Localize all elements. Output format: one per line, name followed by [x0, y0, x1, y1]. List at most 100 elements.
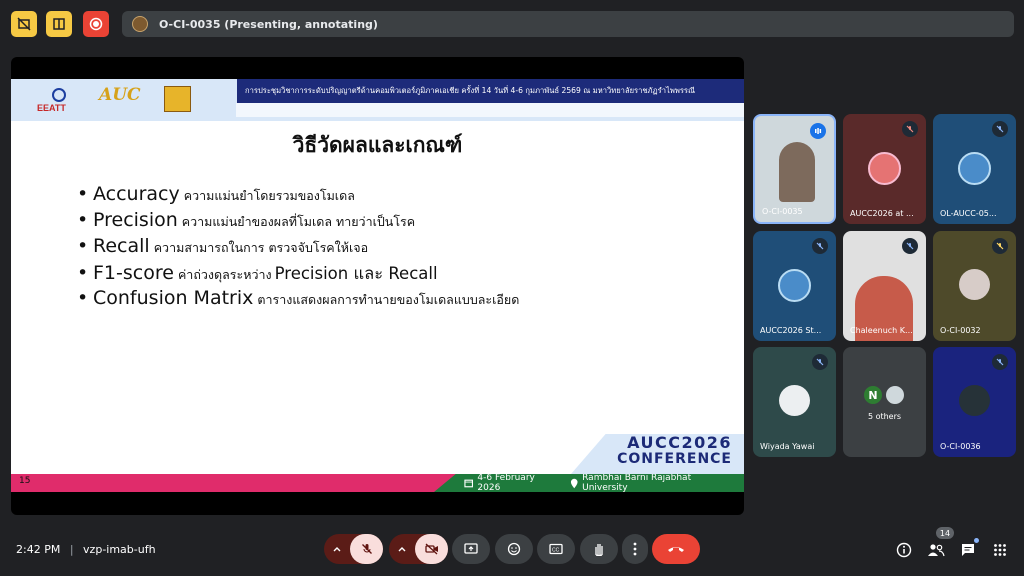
chevron-up-icon[interactable] — [324, 534, 350, 564]
participant-name: O-CI-0035 — [762, 207, 803, 216]
bullet-term: Recall — [93, 235, 150, 257]
participant-tile[interactable]: O-CI-0035 — [753, 114, 836, 224]
camera-off-button[interactable] — [415, 534, 448, 564]
participant-avatar — [959, 269, 990, 300]
mic-control — [324, 534, 383, 564]
chat-icon — [962, 544, 974, 556]
bullet-item: • Precision ความแม่นยำของผลที่โมเดล ทายว่า… — [77, 209, 416, 231]
page-number: 15 — [19, 476, 31, 486]
participant-tile[interactable]: Chaleenuch K... — [843, 231, 926, 341]
conference-name: AUCC2026 — [627, 433, 732, 452]
eeatt-logo: EEATT — [31, 87, 87, 113]
participant-avatar — [884, 384, 906, 406]
participants-count-badge: 14 — [936, 527, 954, 539]
mic-off-icon — [992, 121, 1008, 137]
bullet-desc: ความแม่นยำโดยรวมของโมเดล — [183, 188, 355, 203]
meeting-code[interactable]: vzp-imab-ufh — [83, 543, 156, 556]
auc-logo: AUC — [99, 85, 141, 105]
participant-tile[interactable]: O-CI-0032 — [933, 231, 1016, 341]
location-pin-icon — [570, 478, 578, 488]
bullet-term: Accuracy — [93, 183, 180, 205]
bullet-extra: Precision และ Recall — [274, 264, 438, 283]
slide-header: EEATT AUC การประชุมวิชาการระดับปริญญาตรี… — [11, 79, 744, 121]
captions-button[interactable]: CC — [537, 534, 575, 564]
slide-title: วิธีวัดผลและเกณฑ์ — [292, 133, 463, 157]
calendar-icon — [464, 479, 474, 488]
present-button[interactable] — [452, 534, 490, 564]
bullet-term: F1-score — [93, 262, 174, 284]
participant-tile[interactable]: Wiyada Yawai — [753, 347, 836, 457]
chat-button[interactable] — [958, 538, 979, 560]
leave-call-button[interactable] — [652, 534, 700, 564]
bullet-list: • Accuracy ความแม่นยำโดยรวมของโมเดล • Preci… — [77, 183, 519, 313]
speaking-icon — [810, 123, 826, 139]
mic-off-icon — [902, 121, 918, 137]
participant-name: OL-AUCC-05... — [940, 209, 997, 218]
footer-pink-band — [11, 474, 456, 492]
participant-tile[interactable]: AUCC2026 at ... — [843, 114, 926, 224]
bullet-item: • F1-score ค่าถ่วงดุลระหว่าง Precision และ … — [77, 261, 519, 287]
participant-name: AUCC2026 at ... — [850, 209, 914, 218]
participant-name: Chaleenuch K... — [850, 326, 913, 335]
participant-name: O-CI-0036 — [940, 442, 981, 451]
participant-name: AUCC2026 St... — [760, 326, 822, 335]
layout-icon[interactable] — [46, 11, 72, 37]
presentation-stage[interactable]: EEATT AUC การประชุมวิชาการระดับปริญญาตรี… — [11, 57, 744, 515]
bullet-desc: ตารางแสดงผลการทำนายของโมเดลแบบละเอียด — [257, 292, 520, 307]
slide-footer: 15 4-6 February 2026 Rambhai Barni Rajab… — [11, 474, 744, 492]
participant-video — [779, 142, 815, 202]
svg-text:CC: CC — [552, 548, 560, 554]
participant-avatar — [779, 385, 810, 416]
participant-tile[interactable]: O-CI-0036 — [933, 347, 1016, 457]
others-label: 5 others — [867, 412, 902, 421]
captions-icon: CC — [549, 543, 563, 555]
mic-off-button[interactable] — [350, 534, 383, 564]
meeting-details-button[interactable] — [894, 540, 914, 560]
mic-off-icon — [812, 354, 828, 370]
slide: EEATT AUC การประชุมวิชาการระดับปริญญาตรี… — [11, 79, 744, 492]
university-logo — [164, 86, 191, 112]
bullet-item: • Confusion Matrix ตารางแสดงผลการทำนายของโ… — [77, 287, 520, 309]
bullet-desc: ความแม่นยำของผลที่โมเดล ทายว่าเป็นโรค — [181, 214, 416, 229]
aucc-logo — [778, 269, 811, 302]
bullet-item: • Recall ความสามารถในการ ตรวจจับโรคให้เจอ — [77, 235, 369, 257]
mic-off-icon — [992, 354, 1008, 370]
emoji-button[interactable] — [495, 534, 533, 564]
meeting-info: 2:42 PM | vzp-imab-ufh — [16, 543, 156, 556]
record-icon[interactable] — [83, 11, 109, 37]
mic-off-icon — [812, 238, 828, 254]
raise-hand-button[interactable] — [580, 534, 618, 564]
aucc-logo — [868, 152, 901, 185]
presenting-banner[interactable]: O-CI-0035 (Presenting, annotating) — [122, 11, 1014, 37]
conference-banner: การประชุมวิชาการระดับปริญญาตรีด้านคอมพิว… — [237, 79, 744, 103]
camera-control — [389, 534, 448, 564]
footer-green-band: 4-6 February 2026 Rambhai Barni Rajabhat… — [434, 474, 744, 492]
top-bar: O-CI-0035 (Presenting, annotating) — [0, 0, 1024, 48]
no-captions-icon[interactable] — [11, 11, 37, 37]
footer-venue: Rambhai Barni Rajabhat University — [582, 473, 692, 493]
conference-badge: AUCC2026 CONFERENCE — [617, 433, 732, 466]
chat-notification-dot — [974, 538, 979, 543]
chevron-up-icon[interactable] — [389, 534, 415, 564]
others-tile[interactable]: N 5 others — [843, 347, 926, 457]
people-button[interactable] — [926, 540, 946, 560]
participant-name: O-CI-0032 — [940, 326, 981, 335]
footer-date: 4-6 February 2026 — [477, 473, 535, 493]
aucc-logo — [958, 152, 991, 185]
activities-button[interactable] — [990, 540, 1010, 560]
participant-tile[interactable]: AUCC2026 St... — [753, 231, 836, 341]
emoji-icon — [507, 542, 521, 556]
presenting-title: O-CI-0035 (Presenting, annotating) — [159, 17, 378, 31]
present-icon — [464, 543, 478, 554]
more-vert-icon — [633, 542, 637, 556]
bullet-desc: ความสามารถในการ ตรวจจับโรคให้เจอ — [153, 240, 369, 255]
bullet-desc: ค่าถ่วงดุลระหว่าง — [177, 267, 272, 282]
participant-name: Wiyada Yawai — [760, 442, 815, 451]
participant-tile[interactable]: OL-AUCC-05... — [933, 114, 1016, 224]
participant-avatar — [959, 385, 990, 416]
camera-off-icon — [424, 543, 438, 555]
more-options-button[interactable] — [622, 534, 648, 564]
bullet-term: Confusion Matrix — [93, 287, 254, 309]
mic-off-icon — [902, 238, 918, 254]
bottom-bar: 2:42 PM | vzp-imab-ufh CC — [0, 528, 1024, 576]
